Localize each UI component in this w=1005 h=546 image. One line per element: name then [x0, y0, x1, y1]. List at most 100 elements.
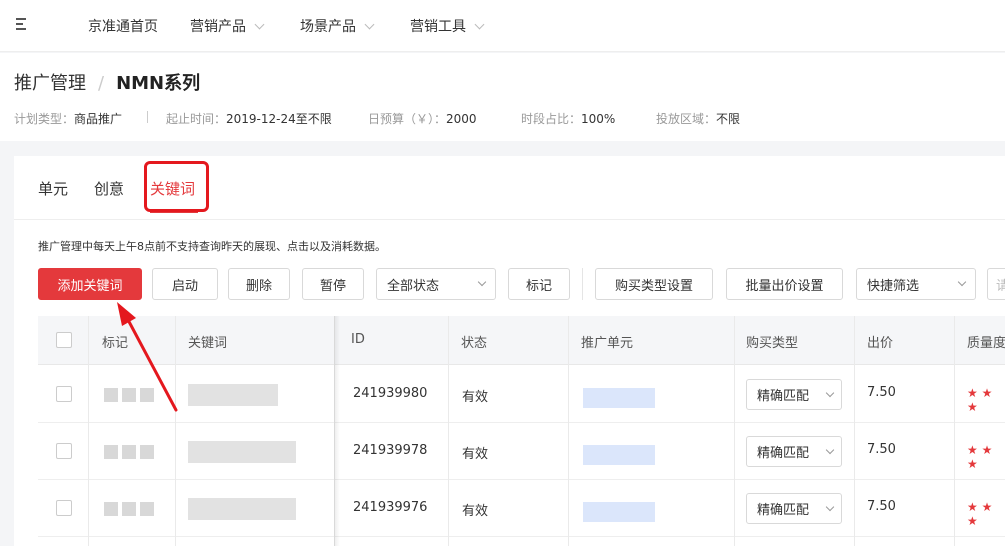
column-divider	[88, 316, 89, 546]
add-keyword-button[interactable]: 添加关键词	[38, 268, 142, 300]
nav-item-label: 京准通首页	[88, 19, 158, 35]
select-all-checkbox[interactable]	[56, 332, 72, 348]
keyword-id: 241939980	[353, 386, 428, 401]
row-checkbox[interactable]	[56, 500, 72, 516]
col-header-status[interactable]: 状态	[461, 332, 487, 351]
data-notice: 推广管理中每天上午8点前不支持查询昨天的展现、点击以及消耗数据。	[38, 240, 386, 253]
keyword-redacted	[188, 441, 296, 463]
tab-creative[interactable]: 创意	[94, 178, 124, 199]
col-header-bid[interactable]: 出价	[867, 332, 893, 351]
chevron-down-icon	[825, 445, 835, 454]
match-type-select[interactable]: 精确匹配	[746, 379, 842, 410]
col-header-purchase-type[interactable]: 购买类型	[746, 332, 798, 351]
column-divider	[954, 316, 955, 546]
quick-filter-select[interactable]: 快捷筛选	[856, 268, 976, 300]
meta-region: 投放区域：不限	[656, 110, 740, 127]
bid-value[interactable]: 7.50	[867, 442, 896, 457]
nav-item-marketing-products[interactable]: 营销产品	[190, 16, 265, 36]
table-row: 241939978 有效 精确匹配 7.50 ★ ★ ★	[38, 423, 1005, 480]
meta-daily-budget: 日预算（￥）：2000	[368, 110, 477, 127]
pause-button[interactable]: 暂停	[302, 268, 364, 300]
nav-item-scene-products[interactable]: 场景产品	[300, 16, 375, 36]
mark-tag[interactable]	[140, 502, 154, 516]
breadcrumb-separator: /	[98, 73, 105, 94]
keyword-table: 标记 关键词 ID 状态 推广单元 购买类型 出价 质量度 241939980 …	[38, 316, 1005, 546]
meta-value: 100%	[581, 112, 616, 126]
table-row: 241939976 有效 精确匹配 7.50 ★ ★ ★	[38, 480, 1005, 537]
chevron-down-icon	[364, 19, 375, 30]
unit-link-redacted[interactable]	[583, 502, 655, 522]
quality-stars: ★ ★ ★	[967, 443, 993, 471]
mark-tag[interactable]	[104, 445, 118, 459]
start-button[interactable]: 启动	[152, 268, 218, 300]
meta-key: 时段占比：	[521, 112, 582, 126]
tabs-divider	[14, 219, 1005, 220]
chevron-down-icon	[825, 502, 835, 511]
mark-tag[interactable]	[122, 502, 136, 516]
column-divider	[854, 316, 855, 546]
bulk-bid-settings-button[interactable]: 批量出价设置	[726, 268, 843, 300]
delete-button[interactable]: 删除	[228, 268, 290, 300]
column-divider	[175, 316, 176, 546]
match-type-select[interactable]: 精确匹配	[746, 436, 842, 467]
toolbar-divider	[582, 268, 583, 300]
breadcrumb-root[interactable]: 推广管理	[14, 73, 86, 94]
mark-button[interactable]: 标记	[508, 268, 570, 300]
quick-filter-value: 快捷筛选	[867, 278, 920, 294]
content-panel: 单元 创意 关键词 推广管理中每天上午8点前不支持查询昨天的展现、点击以及消耗数…	[14, 156, 1005, 546]
match-type-value: 精确匹配	[757, 446, 810, 461]
col-header-quality[interactable]: 质量度	[967, 332, 1005, 351]
mark-tag[interactable]	[104, 388, 118, 402]
chevron-down-icon	[825, 388, 835, 397]
annotation-highlight-box	[144, 161, 209, 212]
keyword-id: 241939978	[353, 443, 428, 458]
table-header: 标记 关键词 ID 状态 推广单元 购买类型 出价 质量度	[38, 316, 1005, 365]
chevron-down-icon	[477, 277, 487, 287]
unit-link-redacted[interactable]	[583, 388, 655, 408]
meta-value: 2000	[446, 112, 477, 126]
menu-collapse-icon[interactable]	[16, 18, 30, 32]
col-header-id[interactable]: ID	[351, 332, 365, 347]
mark-tag[interactable]	[104, 502, 118, 516]
plan-header: 推广管理 / NMN系列 计划类型：商品推广 起止时间：2019-12-24至不限 …	[0, 53, 1005, 141]
keyword-status: 有效	[462, 390, 489, 405]
fixed-column-shadow	[334, 316, 340, 546]
mark-tag[interactable]	[140, 388, 154, 402]
meta-key: 日预算（￥）：	[368, 112, 447, 126]
page-title: NMN系列	[116, 73, 201, 94]
top-nav: 京准通首页 营销产品 场景产品 营销工具	[0, 0, 1005, 52]
mark-tag[interactable]	[122, 388, 136, 402]
mark-tag[interactable]	[122, 445, 136, 459]
column-divider	[734, 316, 735, 546]
meta-plan-type: 计划类型：商品推广	[14, 110, 122, 127]
bid-value[interactable]: 7.50	[867, 385, 896, 400]
col-header-keyword: 关键词	[188, 336, 228, 351]
meta-value: 商品推广	[74, 112, 123, 126]
status-filter-select[interactable]: 全部状态	[376, 268, 496, 300]
col-header-unit[interactable]: 推广单元	[581, 332, 633, 351]
meta-value: 不限	[716, 112, 741, 126]
meta-time-share: 时段占比：100%	[521, 110, 615, 127]
nav-item-label: 场景产品	[300, 19, 356, 35]
keyword-redacted	[188, 384, 278, 406]
keyword-status: 有效	[462, 504, 489, 519]
keyword-redacted	[188, 498, 296, 520]
chevron-down-icon	[254, 19, 265, 30]
purchase-type-settings-button[interactable]: 购买类型设置	[595, 268, 713, 300]
match-type-select[interactable]: 精确匹配	[746, 493, 842, 524]
nav-item-marketing-tools[interactable]: 营销工具	[410, 16, 485, 36]
search-input[interactable]: 请	[987, 268, 1005, 300]
table-row: 241939980 有效 精确匹配 7.50 ★ ★ ★	[38, 366, 1005, 423]
mark-tag[interactable]	[140, 445, 154, 459]
col-header-mark: 标记	[102, 336, 129, 351]
row-checkbox[interactable]	[56, 386, 72, 402]
keyword-id: 241939976	[353, 500, 428, 515]
tab-unit[interactable]: 单元	[38, 178, 68, 199]
quality-stars: ★ ★ ★	[967, 500, 993, 528]
unit-link-redacted[interactable]	[583, 445, 655, 465]
bid-value[interactable]: 7.50	[867, 499, 896, 514]
nav-item-home[interactable]: 京准通首页	[88, 16, 158, 36]
row-checkbox[interactable]	[56, 443, 72, 459]
nav-item-label: 营销工具	[410, 19, 466, 35]
breadcrumb: 推广管理 / NMN系列	[14, 69, 200, 95]
